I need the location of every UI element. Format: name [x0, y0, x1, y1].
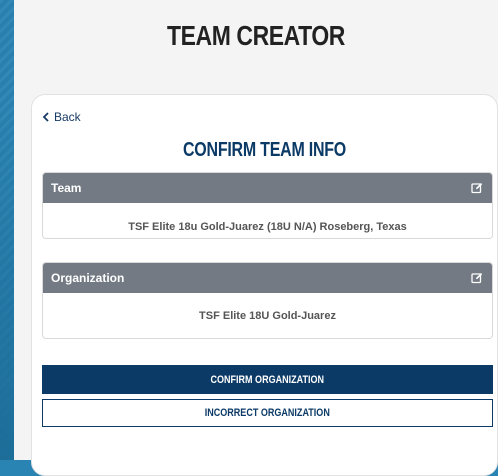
team-panel: Team TSF Elite 18u Gold-Juarez (18U N/A)…: [42, 172, 493, 239]
organization-panel-label: Organization: [51, 271, 125, 285]
incorrect-organization-button[interactable]: INCORRECT ORGANIZATION: [42, 399, 493, 427]
incorrect-organization-label: INCORRECT ORGANIZATION: [204, 407, 331, 419]
page-title: TEAM CREATOR: [167, 20, 345, 51]
organization-panel: Organization TSF Elite 18U Gold-Juarez: [42, 262, 493, 339]
team-panel-label: Team: [51, 181, 82, 195]
edit-icon[interactable]: [471, 272, 483, 284]
confirm-organization-button[interactable]: CONFIRM ORGANIZATION: [42, 365, 493, 394]
organization-panel-value: TSF Elite 18U Gold-Juarez: [199, 310, 336, 322]
team-panel-header: Team: [43, 173, 492, 203]
section-title: CONFIRM TEAM INFO: [182, 139, 347, 161]
page-sheet: TEAM CREATOR Back CONFIRM TEAM INFO Team…: [14, 0, 498, 476]
team-panel-value: TSF Elite 18u Gold-Juarez (18U N/A) Rose…: [128, 221, 407, 233]
organization-panel-header: Organization: [43, 263, 492, 293]
edit-icon[interactable]: [471, 182, 483, 194]
back-label: Back: [54, 110, 81, 124]
confirm-card: Back CONFIRM TEAM INFO Team TSF Elite 18…: [31, 94, 498, 476]
chevron-left-icon: [42, 112, 49, 122]
back-link[interactable]: Back: [42, 110, 81, 124]
confirm-organization-label: CONFIRM ORGANIZATION: [210, 373, 325, 386]
